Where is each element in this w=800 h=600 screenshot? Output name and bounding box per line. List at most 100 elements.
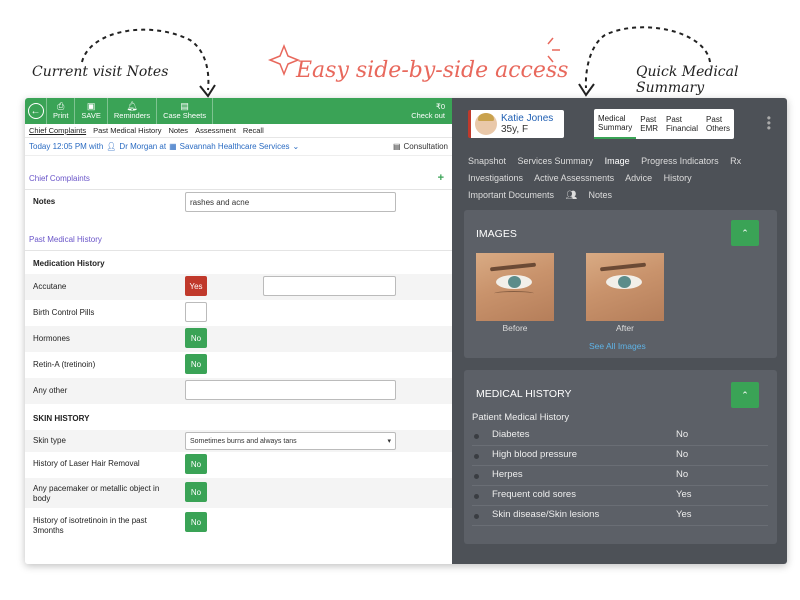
chevron-up-icon: ⌃ [741, 227, 749, 238]
medication-row-retin-a: Retin-A (tretinoin) No [25, 352, 452, 378]
toolbar: ← ⎙ Print ▣ SAVE 🔔︎ Reminders ▤ Case She… [25, 98, 452, 124]
nav-image[interactable]: Image [605, 156, 630, 166]
any-other-input[interactable] [185, 380, 396, 400]
after-image[interactable] [586, 253, 664, 321]
accutane-details-input[interactable] [263, 276, 396, 296]
history-value: Yes [676, 489, 692, 500]
nav-advice[interactable]: Advice [625, 173, 652, 183]
nav-services-summary[interactable]: Services Summary [518, 156, 594, 166]
no-toggle[interactable]: No [185, 328, 207, 348]
checkout-button[interactable]: ₹0 Check out [404, 98, 452, 124]
bullet-icon [474, 494, 479, 499]
more-options-icon[interactable]: • • • [767, 112, 771, 134]
consultation-type[interactable]: ▤ Consultation [393, 142, 448, 151]
nav-snapshot[interactable]: Snapshot [468, 156, 506, 166]
nav-progress-indicators[interactable]: Progress Indicators [641, 156, 719, 166]
history-row: High blood pressure No [472, 447, 768, 466]
nav-active-assessments[interactable]: Active Assessments [534, 173, 614, 183]
nav-important-documents[interactable]: Important Documents [468, 190, 554, 200]
skin-row-isotretinoin: History of isotretinoin in the past 3mon… [25, 508, 452, 538]
no-toggle[interactable]: No [185, 512, 207, 532]
annotation-current-visit: Current visit Notes [32, 64, 169, 80]
back-button[interactable]: ← [25, 98, 47, 124]
checkout-amount: ₹0 [436, 102, 445, 111]
no-toggle[interactable]: No [185, 354, 207, 374]
tab-line: EMR [640, 124, 659, 133]
patient-name: Katie Jones [501, 112, 554, 124]
nav-rx[interactable]: Rx [730, 156, 741, 166]
dropdown-caret-icon: ▾ [387, 438, 391, 445]
printer-icon: ⎙ [57, 101, 65, 111]
history-value: No [676, 469, 689, 480]
nav-history[interactable]: History [664, 173, 692, 183]
skin-history-label: SKIN HISTORY [33, 414, 90, 423]
patient-info: Katie Jones 35y, F [501, 112, 554, 135]
app-window: ← ⎙ Print ▣ SAVE 🔔︎ Reminders ▤ Case She… [25, 98, 787, 564]
tab-notes[interactable]: Notes [168, 126, 188, 135]
medical-history-card: MEDICAL HISTORY ⌃ Patient Medical Histor… [464, 370, 777, 544]
see-all-images-link[interactable]: See All Images [589, 341, 646, 351]
medication-row-hormones: Hormones No [25, 326, 452, 352]
label-line: 3months [33, 526, 64, 535]
skin-item-label: Any pacemaker or metallic object in body [33, 484, 159, 504]
patient-age-sex: 35y, F [501, 123, 529, 135]
skin-type-select[interactable]: Sometimes burns and always tans ▾ [185, 432, 396, 450]
medication-label: Hormones [33, 334, 70, 343]
history-row: Frequent cold sores Yes [472, 487, 768, 506]
history-name: Herpes [492, 469, 523, 480]
tab-medical-summary[interactable]: Medical Summary [594, 109, 637, 139]
collapse-images-button[interactable]: ⌃ [731, 220, 759, 246]
medication-row-any-other: Any other [25, 378, 452, 404]
skin-item-label: History of Laser Hair Removal [33, 459, 140, 468]
save-label: SAVE [81, 111, 101, 120]
tab-past-emr[interactable]: Past EMR [636, 109, 662, 139]
doctor-icon: 👤︎ [106, 142, 117, 151]
nav-notes[interactable]: 👥︎ Notes [566, 190, 621, 200]
headline: Easy side-by-side access [296, 58, 569, 83]
tab-assessment[interactable]: Assessment [195, 126, 236, 135]
history-name: Skin disease/Skin lesions [492, 509, 600, 520]
skin-type-row: Skin type Sometimes burns and always tan… [25, 430, 452, 452]
document-icon: ▤ [180, 101, 189, 111]
skin-type-label: Skin type [33, 436, 66, 445]
case-sheets-button[interactable]: ▤ Case Sheets [157, 98, 214, 124]
reminders-button[interactable]: 🔔︎ Reminders [108, 98, 158, 124]
visit-notes-panel: ← ⎙ Print ▣ SAVE 🔔︎ Reminders ▤ Case She… [25, 98, 452, 564]
images-title: IMAGES [476, 228, 517, 240]
consultation-doc-icon: ▤ [392, 142, 401, 151]
tab-past-medical-history[interactable]: Past Medical History [93, 126, 161, 135]
visit-info-bar[interactable]: Today 12:05 PM with 👤︎ Dr Morgan at ▦ Sa… [25, 138, 452, 156]
tab-chief-complaints[interactable]: Chief Complaints [29, 126, 86, 135]
tab-past-financial[interactable]: Past Financial [662, 109, 702, 139]
bell-icon: 🔔︎ [126, 101, 138, 111]
visit-time: Today 12:05 PM with [29, 142, 104, 151]
print-label: Print [53, 111, 69, 120]
medical-history-title: MEDICAL HISTORY [476, 388, 572, 400]
collapse-history-button[interactable]: ⌃ [731, 382, 759, 408]
add-complaint-icon[interactable]: + [438, 172, 444, 184]
answer-toggle[interactable] [185, 302, 207, 322]
save-button[interactable]: ▣ SAVE [75, 98, 108, 124]
summary-tabs: Medical Summary Past EMR Past Financial … [594, 109, 735, 139]
print-button[interactable]: ⎙ Print [47, 98, 76, 124]
nav-investigations[interactable]: Investigations [468, 173, 523, 183]
tab-past-others[interactable]: Past Others [702, 109, 734, 139]
medication-label: Accutane [33, 282, 67, 291]
patient-card[interactable]: Katie Jones 35y, F [468, 110, 564, 138]
yes-toggle[interactable]: Yes [185, 276, 207, 296]
before-caption: Before [502, 323, 528, 333]
nav-notes-label: Notes [588, 190, 613, 200]
tab-line: Past [640, 115, 657, 124]
notes-input[interactable]: rashes and acne [185, 192, 396, 212]
skin-row-pacemaker: Any pacemaker or metallic object in body… [25, 478, 452, 508]
medication-row-accutane: Accutane Yes [25, 274, 452, 300]
after-caption: After [616, 323, 634, 333]
before-image[interactable] [476, 253, 554, 321]
no-toggle[interactable]: No [185, 454, 207, 474]
skin-item-label: History of isotretinoin in the past 3mon… [33, 516, 147, 536]
history-value: Yes [676, 509, 692, 520]
wrinkle-shape [494, 291, 534, 296]
no-toggle[interactable]: No [185, 482, 207, 502]
tab-recall[interactable]: Recall [243, 126, 264, 135]
